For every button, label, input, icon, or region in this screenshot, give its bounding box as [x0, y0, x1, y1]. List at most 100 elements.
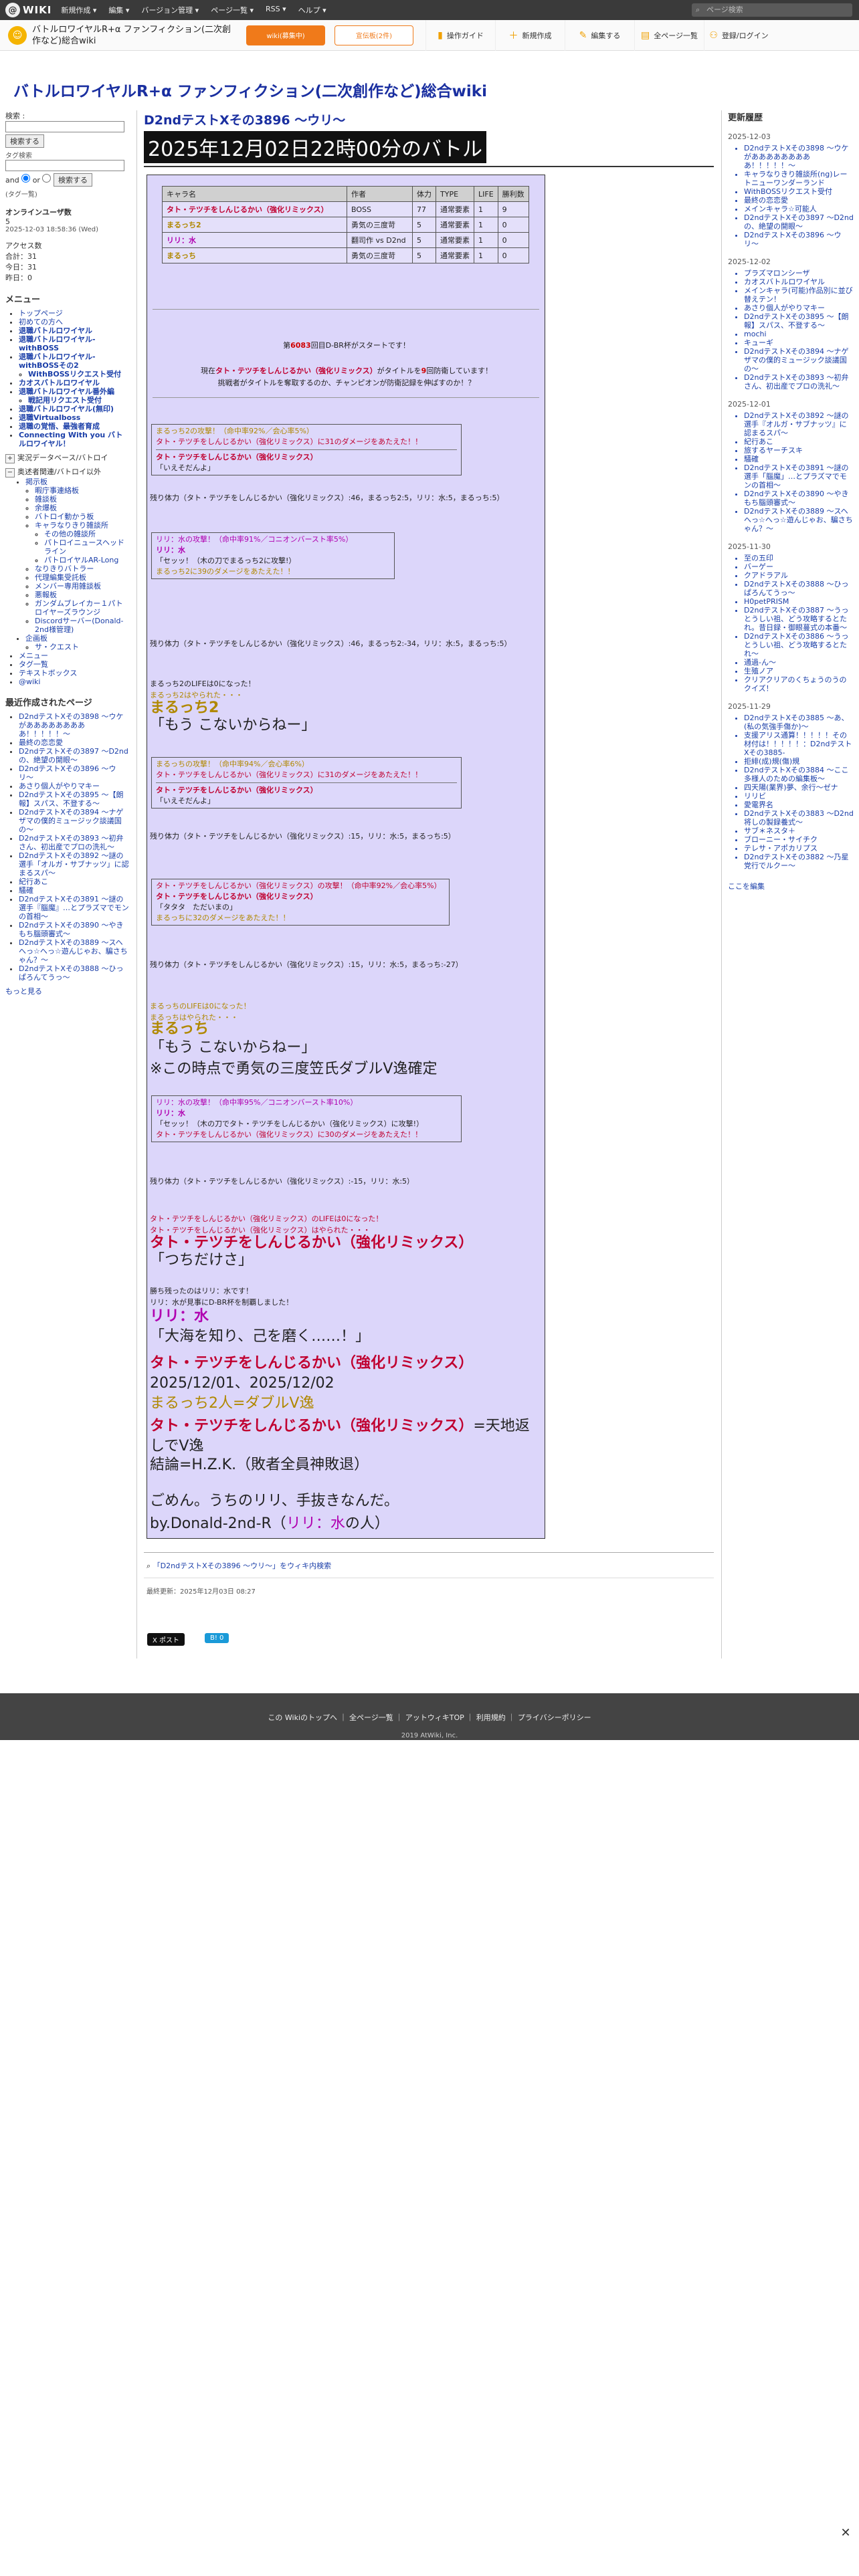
- tree-toggle-1[interactable]: + 実況データベース/バトロイ: [5, 452, 130, 463]
- menu-item[interactable]: 退職の覚悟、最強者育成: [19, 422, 130, 431]
- update-item[interactable]: D2ndテストXその3886 〜うっとうしい祖、どう攻略するとたれ〜: [744, 632, 854, 658]
- update-item[interactable]: 最終の恋恋愛: [744, 196, 854, 205]
- update-item[interactable]: 愛電界名: [744, 800, 854, 809]
- menu-item[interactable]: 初めての方へ: [19, 318, 130, 326]
- recent-page-item[interactable]: あさり個人がやりマキー: [19, 782, 130, 790]
- more-link[interactable]: もっと見る: [5, 987, 42, 996]
- menu-item[interactable]: Connecting With you バトルロワイヤル！: [19, 431, 130, 448]
- update-item[interactable]: 四天陽(業界)夢、余行〜ゼナ: [744, 783, 854, 792]
- update-item[interactable]: D2ndテストXその3896 〜ウリ〜: [744, 231, 854, 248]
- update-item[interactable]: 拒緋(成)規(傷)規: [744, 757, 854, 766]
- footer-link[interactable]: 全ページ一覧: [349, 1713, 393, 1722]
- update-item[interactable]: 至の五印: [744, 554, 854, 562]
- tag-list-link[interactable]: (タグ一覧): [5, 189, 130, 199]
- recent-page-item[interactable]: D2ndテストXその3890 〜やきもち腦頭審式〜: [19, 921, 130, 938]
- recent-page-item[interactable]: D2ndテストXその3894 〜ナゲザマの僕的ミュージック談議国の〜: [19, 808, 130, 834]
- recent-page-item[interactable]: D2ndテストXその3898 〜ウケがあああああああああ！！！！！〜: [19, 712, 130, 738]
- ad-board-button[interactable]: 宣伝板(2件): [335, 25, 413, 45]
- footer-link[interactable]: 利用規約: [476, 1713, 506, 1722]
- update-item[interactable]: D2ndテストXその3892 〜謎の選手『オルガ・サブナッツ』に認まるスパ〜: [744, 411, 854, 437]
- update-item[interactable]: 騒確: [744, 455, 854, 463]
- menu-item[interactable]: 悪報板: [35, 591, 130, 599]
- site-title[interactable]: バトルロワイヤルR+α ファンフィクション(二次創作など)総合wiki: [13, 78, 487, 101]
- new-page-button[interactable]: ＋ 新規作成: [495, 19, 565, 51]
- update-item[interactable]: メインキャラ☆可能人: [744, 205, 854, 213]
- update-item[interactable]: テレサ・アポカリプス: [744, 844, 854, 853]
- wiki-name[interactable]: バトルロワイヤルR+α ファンフィクション(二次創作など)総合wiki: [32, 24, 233, 47]
- menu-item[interactable]: 退職バトルロワイヤル(無印): [19, 405, 130, 413]
- update-item[interactable]: あさり個人がやりマキー: [744, 304, 854, 312]
- login-button[interactable]: ⚇ 登録/ログイン: [704, 19, 773, 51]
- tree-toggle-2[interactable]: − 奥述者関連/バトロイ以外: [5, 466, 130, 477]
- update-item[interactable]: 生殖ノア: [744, 667, 854, 675]
- update-item[interactable]: D2ndテストXその3891 〜謎の選手「腦魔」…とプラズマでモンの首相〜: [744, 463, 854, 490]
- menu-item[interactable]: バトロイ動かう板: [35, 512, 130, 521]
- menu-item[interactable]: タグ一覧: [19, 660, 130, 669]
- menu-item[interactable]: パトロイニュースヘッドライン: [44, 538, 130, 556]
- recent-page-item[interactable]: D2ndテストXその3889 〜スヘへっ☆へっ☆遊んじゃお、騙さちゃん？〜: [19, 938, 130, 964]
- guide-button[interactable]: ▮ 操作ガイド: [425, 19, 495, 51]
- menu-item[interactable]: メンバー専用雑談板: [35, 582, 130, 591]
- recent-page-item[interactable]: D2ndテストXその3896 〜ウリ〜: [19, 764, 130, 782]
- menu-item[interactable]: 退職バトルロワイヤル-withBOSS: [19, 335, 130, 352]
- recent-page-item[interactable]: D2ndテストXその3893 〜初弁さん、初出産でプロの洗礼〜: [19, 834, 130, 851]
- page-search-input[interactable]: ⌕ ページ検索: [692, 3, 852, 17]
- update-item[interactable]: キューギ: [744, 338, 854, 347]
- menu-item[interactable]: 代理編集受託板: [35, 573, 130, 582]
- menu-item[interactable]: なりきりバトラー: [35, 564, 130, 573]
- menu-item[interactable]: サ・クエスト: [35, 643, 130, 651]
- update-item[interactable]: ブローニー・サイチク: [744, 835, 854, 844]
- x-post-button[interactable]: X ポスト: [147, 1633, 185, 1646]
- menu-item[interactable]: 掲示板 暇庁事連絡板 雑談板 余爆板 バトロイ動かう板 キャラなりきり雑談所 そ…: [25, 477, 130, 634]
- menu-item[interactable]: カオスバトルロワイヤル: [19, 379, 130, 387]
- tag-search-button[interactable]: 検索する: [53, 173, 92, 187]
- update-item[interactable]: D2ndテストXその3897 〜D2ndの、絶望の開眼〜: [744, 213, 854, 231]
- wiki-search-link[interactable]: ⌕ 「D2ndテストXその3896 〜ウリ〜」をウィキ内検索: [147, 1560, 331, 1571]
- recent-page-item[interactable]: D2ndテストXその3895 〜【朗報】スパス、不登する〜: [19, 790, 130, 808]
- recent-page-item[interactable]: 最終の恋恋愛: [19, 738, 130, 747]
- menu-edit[interactable]: 編集 ▾: [108, 5, 129, 15]
- menu-item[interactable]: Discordサーバー(Donald-2nd様管理): [35, 617, 130, 634]
- menu-new[interactable]: 新規作成 ▾: [61, 5, 96, 15]
- update-item[interactable]: メインキャラ(可能)作品別に並び替えテン！: [744, 286, 854, 304]
- tag-search-input[interactable]: [5, 160, 124, 171]
- menu-item[interactable]: キャラなりきり雑談所 その他の雑談所 パトロイニュースヘッドライン パトロイヤル…: [35, 521, 130, 564]
- update-item[interactable]: D2ndテストXその3882 〜乃星党行でルクー〜: [744, 853, 854, 870]
- recent-page-item[interactable]: D2ndテストXその3888 〜ひっぱろんてうっ〜: [19, 964, 130, 982]
- menu-item[interactable]: テキストボックス: [19, 669, 130, 677]
- menu-item[interactable]: 退職バトルロワイヤル-withBOSSその2 WithBOSSリクエスト受付: [19, 352, 130, 379]
- close-icon[interactable]: ✕: [839, 2527, 852, 2540]
- update-item[interactable]: リリビ: [744, 792, 854, 800]
- and-radio[interactable]: [21, 174, 31, 183]
- footer-link[interactable]: この Wikiのトップへ: [268, 1713, 337, 1722]
- recent-page-item[interactable]: D2ndテストXその3897 〜D2ndの、絶望の開眼〜: [19, 747, 130, 764]
- update-item[interactable]: D2ndテストXその3887 〜うっとうしい祖、どう攻略するとたれ。昔日録・御眼…: [744, 606, 854, 632]
- wiki-search-input[interactable]: [5, 121, 124, 132]
- menu-rss[interactable]: RSS ▾: [266, 5, 286, 15]
- recent-page-item[interactable]: 騒確: [19, 886, 130, 895]
- recent-page-item[interactable]: D2ndテストXその3892 〜謎の選手「オルガ・サブナッツ」に認まるスパ〜: [19, 851, 130, 877]
- recent-page-item[interactable]: 紀行あこ: [19, 877, 130, 886]
- update-item[interactable]: D2ndテストXその3885 〜あ、(私の気強手傷か)〜: [744, 714, 854, 731]
- edit-button[interactable]: ✎ 編集する: [565, 19, 634, 51]
- footer-link[interactable]: プライバシーポリシー: [518, 1713, 591, 1722]
- update-item[interactable]: 紀行あこ: [744, 437, 854, 446]
- menu-item[interactable]: 退職Virtualboss: [19, 413, 130, 422]
- update-item[interactable]: D2ndテストXその3890 〜やきもち腦頭審式〜: [744, 490, 854, 507]
- update-item[interactable]: 支援アリス通算！！！！！その材付は！！！！！：D2ndテストXその3885-: [744, 731, 854, 757]
- update-item[interactable]: サブ＊ネスタ＋: [744, 827, 854, 835]
- menu-item[interactable]: ガンダムブレイカー１パトロイヤーズラウンジ: [35, 599, 130, 617]
- footer-link[interactable]: アットウィキTOP: [405, 1713, 464, 1722]
- menu-help[interactable]: ヘルプ ▾: [298, 5, 326, 15]
- update-item[interactable]: D2ndテストXその3895 〜【朗報】スパス、不登する〜: [744, 312, 854, 330]
- menu-version[interactable]: バージョン管理 ▾: [141, 5, 199, 15]
- menu-item[interactable]: その他の雑談所: [44, 530, 130, 538]
- update-item[interactable]: D2ndテストXその3888 〜ひっぱろんてうっ〜: [744, 580, 854, 597]
- update-item[interactable]: キャラなりきり雑談所(ng)レートニューワンダーランド: [744, 170, 854, 187]
- all-pages-button[interactable]: ▤ 全ページ一覧: [634, 19, 704, 51]
- update-item[interactable]: カオスバトルロワイヤル: [744, 278, 854, 286]
- menu-item[interactable]: 企画板 サ・クエスト: [25, 634, 130, 651]
- atwiki-logo[interactable]: @ WIKI: [5, 3, 52, 17]
- menu-item[interactable]: トップページ: [19, 309, 130, 318]
- edit-sidebar-link[interactable]: ここを編集: [728, 882, 765, 891]
